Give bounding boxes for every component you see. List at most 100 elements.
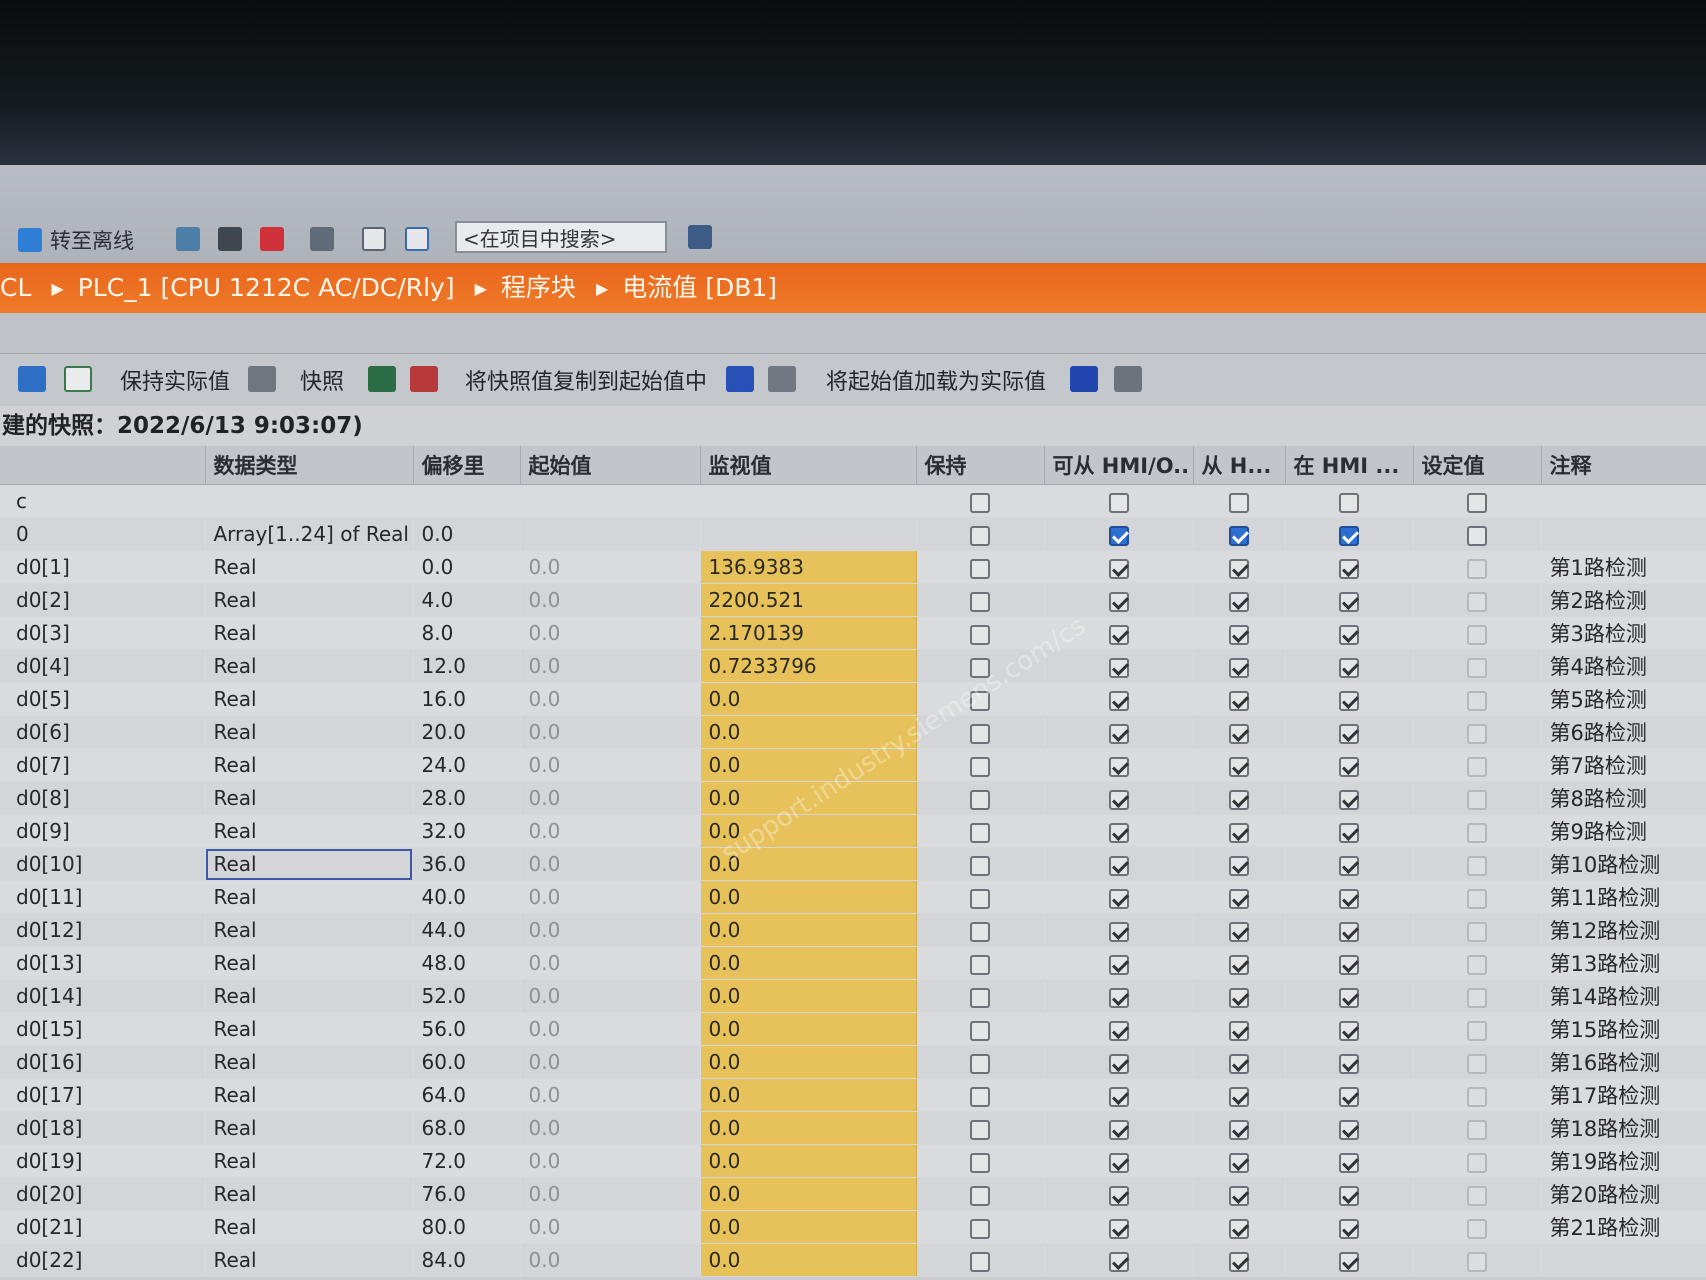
cell-name[interactable]: d0[21] bbox=[0, 1210, 206, 1244]
checkbox-checked-icon[interactable] bbox=[1108, 921, 1129, 942]
cell-monitor-value[interactable] bbox=[700, 484, 917, 518]
cell-comment[interactable]: 第17路检测 bbox=[1541, 1078, 1706, 1112]
cell-offset[interactable]: 0.0 bbox=[413, 550, 521, 584]
checkbox-checked-icon[interactable] bbox=[1108, 1119, 1129, 1140]
load-start-as-actual-button[interactable]: 将起始值加载为实际值 bbox=[826, 364, 1046, 396]
cell-offset[interactable]: 24.0 bbox=[413, 748, 521, 782]
cell-monitor-value[interactable]: 0.0 bbox=[700, 1144, 917, 1178]
cell-data-type[interactable]: Real bbox=[205, 1045, 414, 1079]
checkbox-unchecked-icon[interactable] bbox=[970, 987, 990, 1008]
cell-monitor-value[interactable]: 136.9383 bbox=[700, 550, 917, 584]
cell-start-value[interactable]: 0.0 bbox=[520, 616, 701, 650]
cell-start-value[interactable]: 0.0 bbox=[520, 814, 701, 848]
checkbox-checked-icon[interactable] bbox=[1229, 921, 1249, 942]
checkbox-checked-icon[interactable] bbox=[1108, 657, 1129, 678]
checkbox-checked-icon[interactable] bbox=[1339, 987, 1359, 1008]
cell-data-type[interactable] bbox=[205, 484, 414, 518]
cell-monitor-value[interactable]: 0.0 bbox=[700, 1078, 917, 1112]
table-row[interactable]: d0[4] Real 12.0 0.0 0.7233796 第4路检测 bbox=[0, 649, 1706, 683]
checkbox-checked-icon[interactable] bbox=[1229, 954, 1249, 975]
checkbox-unchecked-icon[interactable] bbox=[970, 624, 990, 645]
table-row[interactable]: d0[1] Real 0.0 0.0 136.9383 第1路检测 bbox=[0, 550, 1706, 584]
cell-comment[interactable]: 第5路检测 bbox=[1541, 682, 1706, 716]
checkbox-unchecked-icon[interactable] bbox=[1467, 624, 1487, 645]
checkbox-unchecked-icon[interactable] bbox=[970, 1020, 990, 1041]
cell-comment[interactable]: 第15路检测 bbox=[1541, 1012, 1706, 1046]
checkbox-unchecked-icon[interactable] bbox=[1467, 1119, 1487, 1140]
search-project-icon[interactable] bbox=[688, 225, 712, 249]
cell-data-type[interactable]: Real bbox=[205, 649, 414, 683]
cell-comment[interactable]: 第4路检测 bbox=[1541, 649, 1706, 683]
snapshot-save-icon[interactable] bbox=[368, 366, 396, 392]
cell-monitor-value[interactable]: 0.0 bbox=[700, 1210, 917, 1244]
copy-snapshot-to-start-button[interactable]: 将快照值复制到起始值中 bbox=[465, 364, 707, 396]
cell-data-type[interactable]: Real bbox=[205, 1078, 414, 1112]
table-row[interactable]: d0[14] Real 52.0 0.0 0.0 第14路检测 bbox=[0, 979, 1706, 1013]
cell-data-type[interactable]: Real bbox=[205, 715, 414, 749]
checkbox-unchecked-icon[interactable] bbox=[970, 657, 990, 678]
checkbox-unchecked-icon[interactable] bbox=[1467, 558, 1487, 579]
snapshot-button[interactable]: 快照 bbox=[300, 364, 344, 396]
snapshot-load-icon[interactable] bbox=[410, 366, 438, 392]
cell-monitor-value[interactable]: 0.0 bbox=[700, 1243, 917, 1277]
checkbox-checked-icon[interactable] bbox=[1339, 1119, 1359, 1140]
checkbox-checked-icon[interactable] bbox=[1229, 558, 1249, 579]
cell-name[interactable]: d0[14] bbox=[0, 979, 206, 1013]
cell-monitor-value[interactable]: 0.0 bbox=[700, 1045, 917, 1079]
cell-data-type[interactable]: Real bbox=[205, 913, 414, 947]
cell-monitor-value[interactable]: 0.0 bbox=[700, 880, 917, 914]
table-row[interactable]: d0[8] Real 28.0 0.0 0.0 第8路检测 bbox=[0, 781, 1706, 815]
checkbox-checked-icon[interactable] bbox=[1108, 624, 1129, 645]
col-monitor-value[interactable]: 监视值 bbox=[700, 446, 917, 485]
checkbox-unchecked-icon[interactable] bbox=[970, 1053, 990, 1074]
checkbox-unchecked-icon[interactable] bbox=[1467, 789, 1487, 810]
table-row[interactable]: d0[15] Real 56.0 0.0 0.0 第15路检测 bbox=[0, 1012, 1706, 1046]
cell-data-type[interactable]: Real bbox=[205, 682, 414, 716]
checkbox-checked-icon[interactable] bbox=[1108, 1053, 1129, 1074]
checkbox-unchecked-icon[interactable] bbox=[1339, 492, 1359, 513]
checkbox-checked-icon[interactable] bbox=[1108, 789, 1129, 810]
cell-name[interactable]: c bbox=[0, 484, 206, 518]
checkbox-unchecked-icon[interactable] bbox=[1467, 1152, 1487, 1173]
checkbox-unchecked-icon[interactable] bbox=[970, 756, 990, 777]
cell-monitor-value[interactable]: 0.0 bbox=[700, 946, 917, 980]
split-vertical-icon[interactable] bbox=[405, 227, 429, 251]
cell-monitor-value[interactable]: 2200.521 bbox=[700, 583, 917, 617]
cell-start-value[interactable]: 0.0 bbox=[520, 682, 701, 716]
cell-offset[interactable]: 60.0 bbox=[413, 1045, 521, 1079]
checkbox-checked-icon[interactable] bbox=[1108, 690, 1129, 711]
table-row[interactable]: d0[3] Real 8.0 0.0 2.170139 第3路检测 bbox=[0, 616, 1706, 650]
cell-name[interactable]: d0[10] bbox=[0, 847, 206, 881]
cell-offset[interactable]: 0.0 bbox=[413, 517, 521, 551]
checkbox-unchecked-icon[interactable] bbox=[1467, 1086, 1487, 1107]
checkbox-checked-icon[interactable] bbox=[1229, 723, 1249, 744]
checkbox-unchecked-icon[interactable] bbox=[970, 690, 990, 711]
checkbox-unchecked-icon[interactable] bbox=[1467, 525, 1487, 546]
checkbox-unchecked-icon[interactable] bbox=[1467, 987, 1487, 1008]
cell-offset[interactable]: 12.0 bbox=[413, 649, 521, 683]
cell-comment[interactable]: 第9路检测 bbox=[1541, 814, 1706, 848]
cell-comment[interactable]: 第3路检测 bbox=[1541, 616, 1706, 650]
checkbox-unchecked-icon[interactable] bbox=[970, 888, 990, 909]
table-row[interactable]: d0[22] Real 84.0 0.0 0.0 bbox=[0, 1243, 1706, 1277]
checkbox-unchecked-icon[interactable] bbox=[1467, 888, 1487, 909]
cell-comment[interactable] bbox=[1541, 517, 1706, 551]
table-row[interactable]: d0[11] Real 40.0 0.0 0.0 第11路检测 bbox=[0, 880, 1706, 914]
cell-comment[interactable]: 第21路检测 bbox=[1541, 1210, 1706, 1244]
checkbox-unchecked-icon[interactable] bbox=[1467, 591, 1487, 612]
checkbox-checked-icon[interactable] bbox=[1339, 1251, 1359, 1272]
table-row[interactable]: d0[20] Real 76.0 0.0 0.0 第20路检测 bbox=[0, 1177, 1706, 1211]
cell-offset[interactable] bbox=[413, 484, 521, 518]
col-comment[interactable]: 注释 bbox=[1541, 446, 1706, 485]
cell-monitor-value[interactable]: 0.0 bbox=[700, 1111, 917, 1145]
checkbox-checked-icon[interactable] bbox=[1339, 888, 1359, 909]
stop-cpu-icon[interactable] bbox=[260, 227, 284, 251]
cell-data-type[interactable]: Real bbox=[205, 1210, 414, 1244]
checkbox-checked-icon[interactable] bbox=[1229, 624, 1249, 645]
cell-offset[interactable]: 68.0 bbox=[413, 1111, 521, 1145]
cell-start-value[interactable]: 0.0 bbox=[520, 1045, 701, 1079]
cell-monitor-value[interactable]: 0.0 bbox=[700, 979, 917, 1013]
col-name[interactable] bbox=[0, 446, 206, 485]
split-horizontal-icon[interactable] bbox=[362, 227, 386, 251]
checkbox-unchecked-icon[interactable] bbox=[1467, 822, 1487, 843]
